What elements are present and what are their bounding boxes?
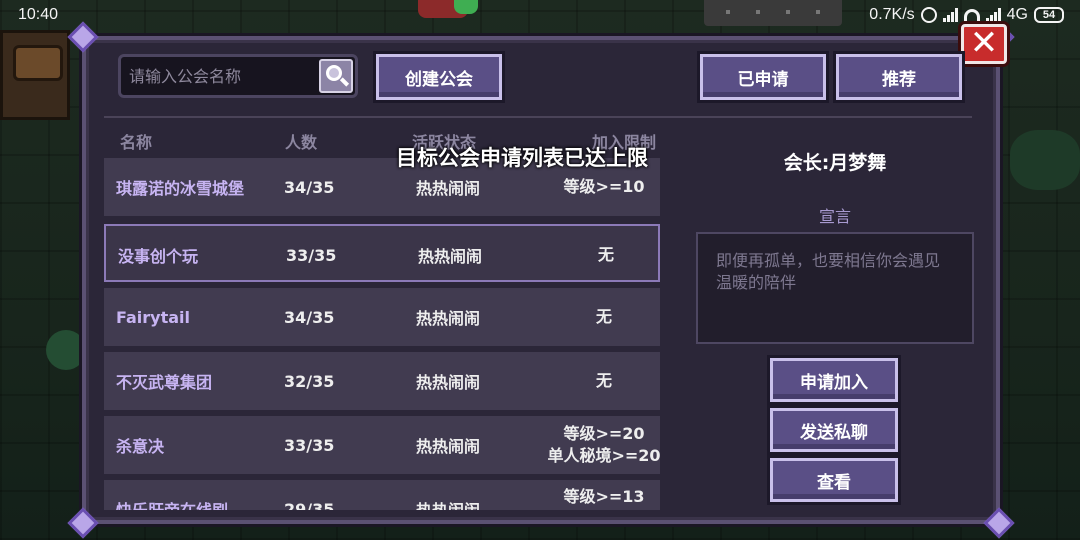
guild-row-selected[interactable]: 没事创个玩 33/35 热热闹闹 无 <box>104 224 660 282</box>
apply-join-button[interactable]: 申请加入 <box>770 358 898 402</box>
guild-row[interactable]: 杀意决 33/35 热热闹闹 等级>=20 单人秘境>=20 <box>104 416 662 474</box>
guild-name: 杀意决 <box>116 437 165 456</box>
toast-message: 目标公会申请列表已达上限 <box>396 146 648 170</box>
header-divider <box>104 116 972 118</box>
search-input[interactable] <box>129 63 319 89</box>
limit-line: 等级>=10 <box>563 177 645 196</box>
guild-activity: 热热闹闹 <box>416 437 481 456</box>
guild-name: Fairytail <box>116 307 191 327</box>
status-time: 10:40 <box>18 6 59 23</box>
guild-name: 快乐肝帝在线刷 <box>116 480 228 510</box>
status-bar: 10:40 0.7K/s 4G 54 <box>0 0 1080 32</box>
guild-limit: 等级>=13 <box>524 480 662 510</box>
send-message-button[interactable]: 发送私聊 <box>770 408 898 452</box>
guild-list[interactable]: 琪露诺的冰雪城堡 34/35 热热闹闹 等级>=10 没事创个玩 33/35 热… <box>104 158 662 510</box>
recommend-tab-button[interactable]: 推荐 <box>836 54 962 100</box>
guild-members: 34/35 <box>284 307 335 327</box>
declaration-box: 即便再孤单，也要相信你会遇见温暖的陪伴 <box>696 232 974 344</box>
limit-line: 无 <box>595 371 612 390</box>
declaration-title: 宣言 <box>818 207 851 226</box>
search-icon-handle <box>339 77 350 87</box>
guild-row[interactable]: 快乐肝帝在线刷 29/35 热热闹闹 等级>=13 <box>104 480 660 510</box>
status-indicators: 0.7K/s 4G 54 <box>869 6 1064 24</box>
network-speed: 0.7K/s <box>869 6 915 23</box>
guild-activity: 热热闹闹 <box>416 373 481 392</box>
search-box <box>118 54 358 98</box>
limit-line: 无 <box>595 307 612 326</box>
guild-row[interactable]: Fairytail 34/35 热热闹闹 无 <box>104 288 660 346</box>
guild-members: 33/35 <box>284 435 335 455</box>
notification-pill <box>704 0 842 26</box>
limit-line: 无 <box>597 245 614 264</box>
close-button[interactable]: ✕ <box>961 24 1007 64</box>
guild-limit: 无 <box>526 226 662 284</box>
background-bush <box>46 330 86 370</box>
column-header-members: 人数 <box>285 133 318 152</box>
guild-limit: 无 <box>524 352 662 410</box>
create-guild-button[interactable]: 创建公会 <box>376 54 502 100</box>
guild-name: 不灭武尊集团 <box>116 373 213 392</box>
signal-icon <box>942 8 958 22</box>
guild-limit: 无 <box>524 288 662 346</box>
wifi-icon <box>963 9 980 21</box>
guild-limit: 等级>=20 单人秘境>=20 <box>524 416 662 474</box>
limit-line: 单人秘境>=20 <box>547 446 661 465</box>
guild-leader: 会长:月梦舞 <box>783 152 887 174</box>
guild-row[interactable]: 不灭武尊集团 32/35 热热闹闹 无 <box>104 352 660 410</box>
guild-activity: 热热闹闹 <box>416 480 480 510</box>
background-hut <box>0 30 70 120</box>
guild-name: 琪露诺的冰雪城堡 <box>116 179 245 198</box>
declaration-text: 即便再孤单，也要相信你会遇见温暖的陪伴 <box>716 251 941 292</box>
cellular-signal-icon <box>985 8 1001 22</box>
limit-line: 等级>=20 <box>563 424 645 443</box>
applied-tab-button[interactable]: 已申请 <box>700 54 826 100</box>
guild-activity: 热热闹闹 <box>416 309 481 328</box>
guild-members: 33/35 <box>286 245 337 265</box>
guild-members: 32/35 <box>284 371 335 391</box>
background-tree <box>1010 130 1080 190</box>
guild-activity: 热热闹闹 <box>418 247 483 266</box>
search-button[interactable] <box>319 59 353 93</box>
limit-line: 等级>=13 <box>563 487 645 506</box>
guild-members: 34/35 <box>284 177 335 197</box>
column-header-name: 名称 <box>120 133 153 152</box>
view-guild-button[interactable]: 查看 <box>770 458 898 502</box>
network-type: 4G <box>1006 6 1028 23</box>
guild-name: 没事创个玩 <box>118 247 199 266</box>
guild-members: 29/35 <box>284 499 335 511</box>
alarm-icon <box>920 7 937 23</box>
battery-icon: 54 <box>1034 7 1064 23</box>
